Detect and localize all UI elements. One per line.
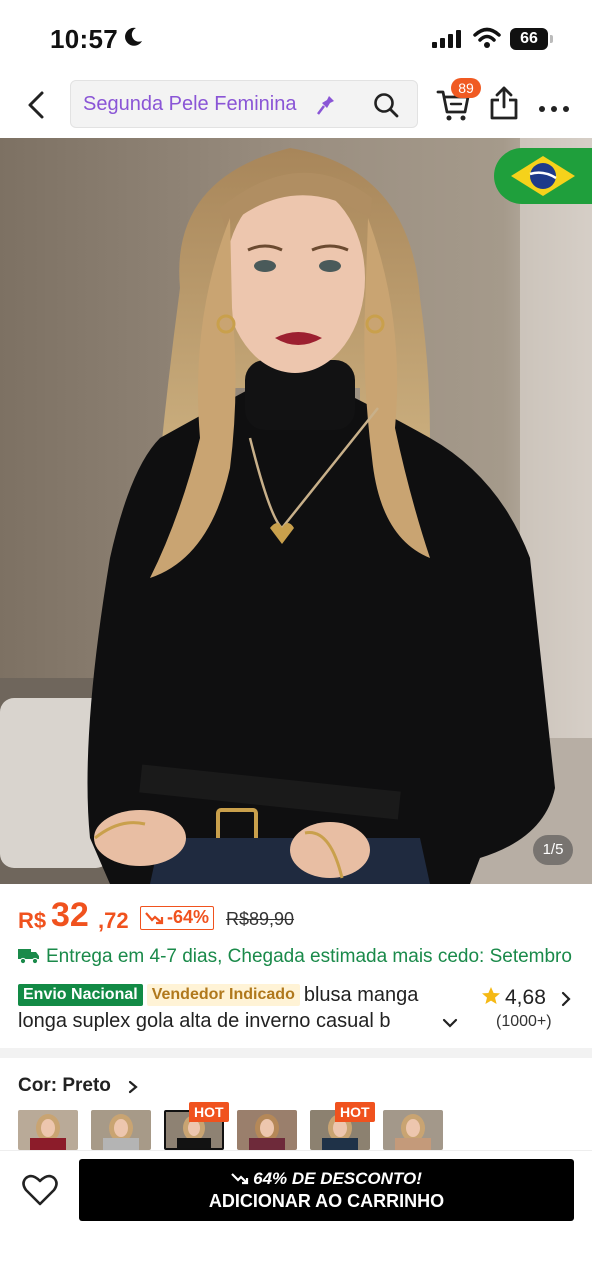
search-bar[interactable]: Segunda Pele Feminina: [70, 80, 418, 128]
delivery-info[interactable]: Entrega em 4-7 dias, Chegada estimada ma…: [18, 946, 592, 972]
cart-count-badge: 89: [451, 78, 481, 98]
chevron-right-icon[interactable]: [560, 991, 572, 1012]
rating-count: (1000+): [496, 1013, 552, 1030]
search-query[interactable]: Segunda Pele Feminina: [83, 93, 296, 116]
wifi-icon: [473, 27, 501, 54]
trend-down-icon: [231, 1170, 249, 1190]
chevron-down-icon[interactable]: [442, 1016, 458, 1034]
rating-score: 4,68: [505, 986, 546, 1009]
trend-down-icon: [144, 910, 164, 931]
color-option-thumb[interactable]: [237, 1110, 297, 1150]
product-title-row: Envio Nacional Vendedor Indicado blusa man…: [18, 984, 478, 1007]
search-icon[interactable]: [373, 92, 399, 123]
product-photo: [0, 138, 592, 884]
more-options-icon[interactable]: [538, 100, 570, 118]
delivery-text: Entrega em 4-7 dias, Chegada estimada ma…: [46, 946, 572, 967]
signal-icon: [432, 30, 464, 53]
cta-promo: 64% DE DESCONTO!: [79, 1169, 574, 1190]
color-option-thumb[interactable]: [383, 1110, 443, 1150]
battery-cap: [550, 35, 553, 43]
star-icon: [481, 986, 501, 1012]
moon-icon: [122, 26, 144, 53]
color-options: HOT HOT: [18, 1102, 592, 1150]
hot-badge: HOT: [189, 1102, 229, 1122]
price-decimal: ,72: [98, 908, 129, 933]
section-divider: [0, 1048, 592, 1058]
product-image[interactable]: 1/5: [0, 138, 592, 884]
brazil-flag-icon: [511, 156, 575, 196]
discount-badge: -64%: [140, 906, 215, 931]
color-label[interactable]: Cor: Preto: [18, 1075, 111, 1097]
country-flag-badge: [494, 148, 592, 204]
top-nav: Segunda Pele Feminina: [0, 74, 592, 136]
cta-label: ADICIONAR AO CARRINHO: [208, 1191, 445, 1211]
color-option-thumb[interactable]: [18, 1110, 78, 1150]
chevron-right-icon[interactable]: [128, 1080, 138, 1099]
status-time: 10:57: [50, 24, 118, 54]
share-icon[interactable]: [489, 86, 519, 125]
national-shipping-tag: Envio Nacional: [18, 984, 143, 1006]
image-counter: 1/5: [533, 835, 573, 865]
truck-icon: [18, 947, 40, 971]
cta-promo-text: 64% DE DESCONTO!: [253, 1169, 422, 1188]
original-price: R$89,90: [226, 909, 295, 929]
product-page: 10:57 66 Segunda Pele Feminina 89 1/5 R$…: [0, 0, 592, 1280]
discount-value: -64%: [167, 907, 210, 927]
pin-icon: [317, 95, 335, 120]
product-title-line1: blusa manga: [303, 984, 419, 1006]
bottom-action-bar: 64% DE DESCONTO! ADICIONAR AO CARRINHO: [0, 1150, 592, 1280]
battery-indicator: 66: [510, 28, 548, 50]
hot-badge: HOT: [335, 1102, 375, 1122]
color-option-thumb[interactable]: [91, 1110, 151, 1150]
back-icon[interactable]: [22, 88, 54, 122]
product-title-line2: longa suplex gola alta de inverno casual…: [18, 1010, 391, 1032]
price-integer: 32: [51, 896, 89, 934]
rating[interactable]: 4,68: [481, 986, 546, 1012]
recommended-seller-tag: Vendedor Indicado: [146, 984, 300, 1006]
add-to-cart-button[interactable]: 64% DE DESCONTO! ADICIONAR AO CARRINHO: [79, 1159, 574, 1221]
status-bar: 10:57 66: [0, 0, 592, 74]
price-currency: R$: [18, 908, 47, 933]
heart-icon[interactable]: [22, 1173, 58, 1212]
title-fade: [412, 1010, 438, 1036]
